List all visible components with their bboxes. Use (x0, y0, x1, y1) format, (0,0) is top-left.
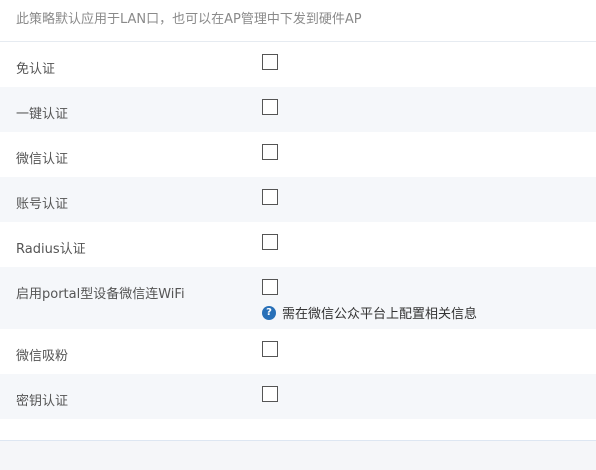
question-circle-icon: ? (262, 305, 276, 320)
auth-options-panel: 此策略默认应用于LAN口，也可以在AP管理中下发到硬件AP 免认证 一键认证 微… (0, 0, 596, 441)
option-row-wechat-auth: 微信认证 (0, 132, 596, 177)
one-click-auth-checkbox[interactable] (262, 99, 278, 115)
option-row-account-auth: 账号认证 (0, 177, 596, 222)
option-row-radius-auth: Radius认证 (0, 222, 596, 267)
policy-notice: 此策略默认应用于LAN口，也可以在AP管理中下发到硬件AP (0, 0, 596, 42)
radius-auth-checkbox[interactable] (262, 234, 278, 250)
option-label: 一键认证 (16, 107, 69, 122)
option-label: 账号认证 (16, 197, 69, 212)
option-label: 微信吸粉 (16, 349, 69, 364)
account-auth-checkbox[interactable] (262, 189, 278, 205)
option-row-portal-wechat-wifi: 启用portal型设备微信连WiFi ? 需在微信公众平台上配置相关信息 (0, 267, 596, 329)
wechat-config-hint: ? 需在微信公众平台上配置相关信息 (262, 303, 477, 322)
option-row-key-auth: 密钥认证 (0, 374, 596, 419)
option-label: 启用portal型设备微信连WiFi (16, 287, 185, 302)
key-auth-checkbox[interactable] (262, 386, 278, 402)
wechat-follow-checkbox[interactable] (262, 341, 278, 357)
option-label: 微信认证 (16, 152, 69, 167)
option-label: Radius认证 (16, 242, 86, 257)
option-row-wechat-follow: 微信吸粉 (0, 329, 596, 374)
wechat-auth-checkbox[interactable] (262, 144, 278, 160)
option-row-one-click-auth: 一键认证 (0, 87, 596, 132)
option-label: 免认证 (16, 62, 56, 77)
option-label: 密钥认证 (16, 394, 69, 409)
hint-text: 需在微信公众平台上配置相关信息 (282, 307, 478, 322)
option-row-no-auth: 免认证 (0, 42, 596, 87)
portal-wechat-wifi-checkbox[interactable] (262, 279, 278, 295)
no-auth-checkbox[interactable] (262, 54, 278, 70)
